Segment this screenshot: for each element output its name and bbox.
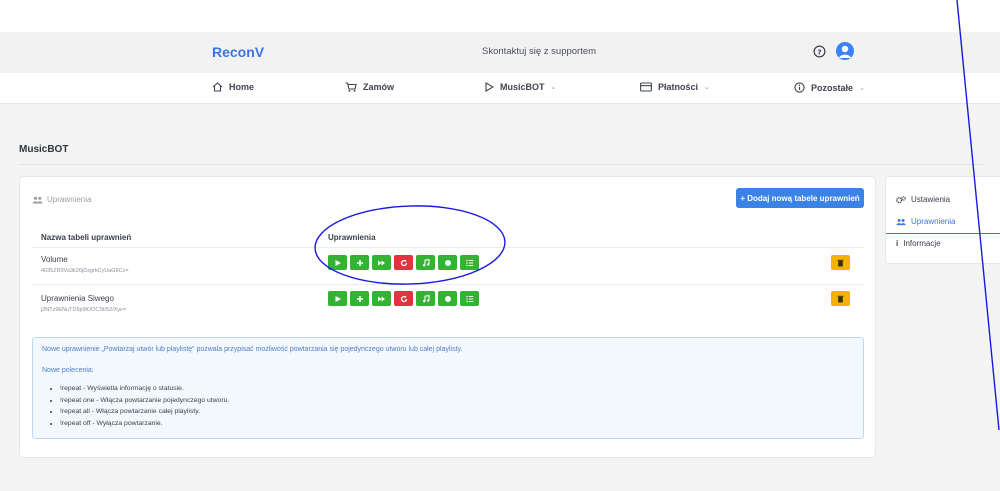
chevron-down-icon: ⌄ [550, 84, 557, 91]
trash-icon [837, 295, 844, 302]
add-permission-button[interactable] [350, 255, 369, 270]
record-permission-button[interactable] [438, 291, 457, 306]
active-indicator [886, 233, 1000, 234]
list-icon [465, 259, 473, 266]
add-permission-button[interactable] [350, 291, 369, 306]
nav-item-zamow[interactable]: Zamów [345, 82, 394, 92]
card-header: Uprawnienia [32, 195, 91, 204]
record-icon [444, 259, 451, 266]
info-circle-icon [794, 82, 805, 93]
delete-row-button[interactable] [831, 255, 850, 270]
nav-label: Płatności [658, 82, 699, 92]
nav-label: Home [229, 82, 255, 92]
skip-permission-button[interactable] [372, 255, 391, 270]
card-title: Uprawnienia [47, 195, 92, 204]
divider [19, 164, 984, 165]
play-icon [335, 259, 341, 266]
settings-side-menu: Ustawienia Uprawnienia i Informacje [885, 176, 1000, 264]
trash-icon [837, 259, 844, 266]
nav-label: MusicBOT [500, 82, 545, 92]
column-header-name: Nazwa tabeli uprawnień [41, 233, 132, 242]
play-permission-button[interactable] [328, 255, 347, 270]
record-permission-button[interactable] [438, 255, 457, 270]
nav-label: Zamów [363, 82, 395, 92]
music-note-icon [422, 258, 430, 266]
music-permission-button[interactable] [416, 291, 435, 306]
list-item: !repeat off - Wyłącza powtarzanie. [60, 418, 229, 430]
info-description: Nowe uprawnienie „Powtarzaj utwór lub pl… [42, 346, 463, 353]
list-item: !repeat all - Włącza powtarzanie całej p… [60, 406, 229, 418]
nav-item-platnosci[interactable]: Płatności ⌄ [640, 82, 710, 92]
page-title: MusicBOT [19, 144, 69, 155]
add-permission-table-button[interactable]: + Dodaj nową tabele uprawnień [736, 188, 864, 208]
users-icon [32, 196, 43, 203]
main-nav: Home Zamów MusicBOT ⌄ Płatności ⌄ Pozost… [0, 73, 1000, 104]
user-icon [839, 45, 851, 58]
repeat-icon [400, 295, 407, 302]
cart-icon [345, 82, 357, 92]
info-alert: Nowe uprawnienie „Powtarzaj utwór lub pl… [32, 337, 864, 439]
repeat-permission-button[interactable] [394, 291, 413, 306]
divider [32, 284, 864, 285]
sidebar-item-ustawienia[interactable]: Ustawienia [896, 195, 950, 204]
row-id: j2NTz9ENuTD5p9lOOCSt/52/Xyc= [41, 307, 127, 313]
divider [32, 247, 864, 248]
music-permission-button[interactable] [416, 255, 435, 270]
card-icon [640, 82, 652, 92]
skip-permission-button[interactable] [372, 291, 391, 306]
permission-buttons-row-2 [328, 291, 479, 306]
plus-icon [356, 259, 363, 266]
nav-label: Pozostałe [811, 82, 854, 93]
chevron-down-icon: ⌄ [859, 84, 865, 92]
list-item: !repeat one - Włącza powtarzanie pojedyn… [60, 395, 229, 407]
repeat-icon [400, 259, 407, 266]
row-name: Volume [41, 255, 68, 264]
fast-forward-icon [378, 260, 385, 265]
list-icon [465, 295, 473, 302]
list-permission-button[interactable] [460, 255, 479, 270]
home-icon [212, 82, 223, 92]
list-permission-button[interactable] [460, 291, 479, 306]
info-icon: i [896, 239, 899, 248]
play-icon [485, 82, 494, 92]
users-icon [896, 218, 906, 225]
command-list: !repeat - Wyświetla informację o statusi… [60, 383, 229, 429]
brand-logo[interactable]: ReconV [212, 44, 264, 60]
support-link[interactable]: Skontaktuj się z supportem [482, 46, 596, 57]
music-note-icon [422, 294, 430, 302]
delete-row-button[interactable] [831, 291, 850, 306]
fast-forward-icon [378, 296, 385, 301]
svg-text:?: ? [817, 47, 821, 56]
repeat-permission-button[interactable] [394, 255, 413, 270]
row-id: 4035ZR9Vs3k26jDzgrkCyUaG6Cc= [41, 268, 129, 274]
nav-item-home[interactable]: Home [212, 82, 254, 92]
sidebar-item-informacje[interactable]: i Informacje [896, 239, 941, 248]
row-name: Uprawnienia Siwego [41, 294, 114, 303]
info-commands-heading: Nowe polecenia: [42, 367, 94, 374]
gears-icon [896, 195, 906, 203]
sidebar-item-label: Uprawnienia [911, 217, 956, 226]
help-icon[interactable]: ? [813, 45, 826, 58]
content-area: MusicBOT Uprawnienia + Dodaj nową tabele… [0, 104, 1000, 491]
column-header-permissions: Uprawnienia [328, 233, 376, 242]
play-icon [335, 295, 341, 302]
nav-item-musicbot[interactable]: MusicBOT ⌄ [485, 82, 556, 92]
sidebar-item-uprawnienia[interactable]: Uprawnienia [896, 217, 955, 226]
permissions-card: Uprawnienia + Dodaj nową tabele uprawnie… [19, 176, 876, 458]
avatar[interactable] [836, 42, 854, 60]
sidebar-item-label: Ustawienia [911, 195, 951, 204]
play-permission-button[interactable] [328, 291, 347, 306]
nav-item-pozostale[interactable]: Pozostałe ⌄ [794, 82, 865, 93]
plus-icon [356, 295, 363, 302]
record-icon [444, 295, 451, 302]
chevron-down-icon: ⌄ [704, 84, 710, 91]
permission-buttons-row-1 [328, 255, 479, 270]
top-bar: ReconV Skontaktuj się z supportem ? [0, 32, 1000, 74]
list-item: !repeat - Wyświetla informację o statusi… [60, 383, 229, 395]
sidebar-item-label: Informacje [903, 239, 941, 248]
